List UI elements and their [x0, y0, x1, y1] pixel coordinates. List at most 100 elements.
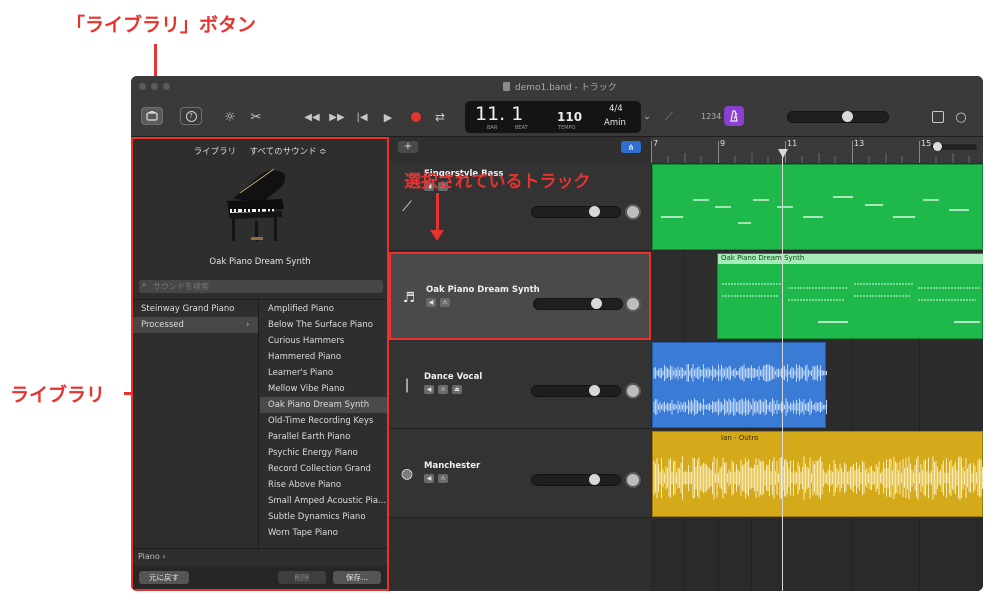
category-label: Processed — [141, 320, 184, 330]
track-volume-slider[interactable] — [531, 474, 621, 486]
minimize-window-button[interactable] — [151, 83, 158, 90]
library-path[interactable]: Piano › — [138, 552, 165, 561]
zoom-window-button[interactable] — [163, 83, 170, 90]
cycle-button[interactable]: ⇄ — [433, 109, 447, 125]
pan-knob[interactable] — [625, 296, 641, 312]
midi-region-bass[interactable] — [652, 164, 983, 250]
headphones-button[interactable]: ∩ — [440, 298, 450, 307]
go-to-beginning-button[interactable]: |◀ — [355, 110, 369, 124]
piano-instrument-icon: ♬ — [402, 290, 416, 306]
mute-button[interactable]: ◀ — [426, 298, 436, 307]
add-track-button[interactable]: + — [398, 141, 418, 153]
track-name: Oak Piano Dream Synth — [426, 285, 540, 295]
preset-item[interactable]: Below The Surface Piano — [260, 317, 387, 333]
rewind-button[interactable]: ◀◀ — [303, 110, 321, 124]
fast-forward-button[interactable]: ▶▶ — [328, 110, 346, 124]
tuner-button[interactable]: ⟋ — [662, 110, 676, 124]
tuner-icon: ⟋ — [665, 110, 673, 123]
preset-item[interactable]: Psychic Energy Piano — [260, 445, 387, 461]
preset-item[interactable]: Record Collection Grand — [260, 461, 387, 477]
master-volume-knob[interactable] — [842, 111, 853, 122]
preset-item[interactable]: Curious Hammers — [260, 333, 387, 349]
audio-region-vocal[interactable] — [652, 342, 827, 428]
preset-item[interactable]: Small Amped Acoustic Pia... — [260, 493, 387, 509]
input-monitor-button[interactable]: ⏏ — [452, 385, 462, 394]
mute-button[interactable]: ◀ — [424, 474, 434, 483]
playhead[interactable] — [782, 149, 783, 591]
pan-knob[interactable] — [625, 204, 641, 220]
mute-button[interactable]: ◀ — [424, 385, 434, 394]
revert-button[interactable]: 元に戻す — [139, 571, 189, 584]
headphones-button[interactable]: ∩ — [438, 474, 448, 483]
track-header[interactable]: ♬ Oak Piano Dream Synth ◀ ∩ — [389, 252, 651, 340]
play-icon: ▶ — [383, 110, 393, 124]
preset-item[interactable]: Mellow Vibe Piano — [260, 381, 387, 397]
mic-instrument-icon: ❘ — [401, 377, 413, 393]
library-search-field[interactable]: ⌕ — [139, 280, 383, 293]
category-item[interactable]: Steinway Grand Piano — [133, 301, 258, 317]
lcd-beat-label: BEAT — [515, 125, 528, 131]
library-footer-divider — [133, 548, 387, 549]
drummer-region[interactable]: Ian - Outro — [652, 431, 983, 517]
close-window-button[interactable] — [139, 83, 146, 90]
preset-item[interactable]: Old-Time Recording Keys — [260, 413, 387, 429]
delete-button[interactable]: 削除 — [278, 571, 326, 584]
save-button[interactable]: 保存... — [333, 571, 381, 584]
playhead-handle[interactable] — [778, 149, 788, 158]
track-volume-knob[interactable] — [589, 385, 600, 396]
smart-tempo-button[interactable]: ⋔ — [621, 141, 641, 153]
breadcrumb-root[interactable]: ライブラリ — [194, 147, 237, 157]
pan-knob[interactable] — [625, 472, 641, 488]
master-volume-slider[interactable] — [787, 110, 889, 123]
count-in-button[interactable]: 1234 — [701, 112, 721, 121]
track-header[interactable]: ◍ Manchester ◀ ∩ — [389, 430, 651, 518]
track-name: Dance Vocal — [424, 372, 483, 382]
zoom-slider[interactable] — [931, 142, 977, 151]
region-name: Oak Piano Dream Synth — [721, 254, 805, 262]
pan-knob[interactable] — [625, 383, 641, 399]
notepad-button[interactable] — [931, 110, 945, 124]
preset-item[interactable]: Worn Tape Piano — [260, 525, 387, 541]
ruler[interactable]: 7 9 11 13 15 — [651, 137, 983, 163]
loop-browser-button[interactable]: ○ — [953, 109, 969, 125]
ruler-number: 15 — [921, 139, 932, 148]
ruler-ticks — [651, 141, 970, 163]
grand-piano-image — [227, 168, 287, 241]
track-volume-slider[interactable] — [531, 385, 621, 397]
track-volume-slider[interactable] — [531, 206, 621, 218]
traffic-lights — [139, 83, 170, 90]
library-button[interactable] — [141, 107, 163, 125]
headphones-button[interactable]: ∩ — [438, 385, 448, 394]
library-panel: ライブラリ すべてのサウンド ≎ Oak Piano Dream Synth ⌕ — [131, 137, 389, 591]
record-button[interactable] — [411, 112, 421, 122]
smart-controls-button[interactable]: ☼ — [222, 109, 238, 125]
preset-list: Amplified Piano Below The Surface Piano Cu… — [260, 301, 387, 541]
scissors-icon: ✂ — [250, 109, 262, 125]
preset-item[interactable]: Learner's Piano — [260, 365, 387, 381]
preset-item[interactable]: Parallel Earth Piano — [260, 429, 387, 445]
lcd-menu-button[interactable]: ⌄ — [642, 110, 652, 124]
preset-item[interactable]: Amplified Piano — [260, 301, 387, 317]
search-input[interactable] — [153, 280, 379, 293]
track-header[interactable]: ❘ Dance Vocal ◀ ∩ ⏏ — [389, 341, 651, 429]
category-item[interactable]: Processed › — [133, 317, 258, 333]
track-volume-knob[interactable] — [589, 206, 600, 217]
lcd-bar-label: BAR — [487, 125, 498, 131]
quick-help-button[interactable]: ? — [180, 107, 202, 125]
lcd-display[interactable]: 11. 1 BAR BEAT 110 TEMPO 4/4 Amin — [465, 101, 641, 133]
midi-region-piano[interactable]: Oak Piano Dream Synth — [717, 253, 983, 339]
play-button[interactable]: ▶ — [381, 110, 395, 124]
editors-button[interactable]: ✂ — [248, 109, 264, 125]
track-volume-knob[interactable] — [591, 298, 602, 309]
preset-item[interactable]: Rise Above Piano — [260, 477, 387, 493]
preset-item[interactable]: Hammered Piano — [260, 349, 387, 365]
preset-item[interactable]: Oak Piano Dream Synth — [260, 397, 387, 413]
chevron-down-icon: ⌄ — [643, 112, 651, 122]
lcd-key: Amin — [604, 118, 626, 128]
track-volume-knob[interactable] — [589, 474, 600, 485]
breadcrumb-current[interactable]: すべてのサウンド ≎ — [250, 147, 327, 157]
preset-item[interactable]: Subtle Dynamics Piano — [260, 509, 387, 525]
metronome-button[interactable] — [724, 106, 744, 126]
track-volume-slider[interactable] — [533, 298, 623, 310]
zoom-knob[interactable] — [933, 142, 942, 151]
